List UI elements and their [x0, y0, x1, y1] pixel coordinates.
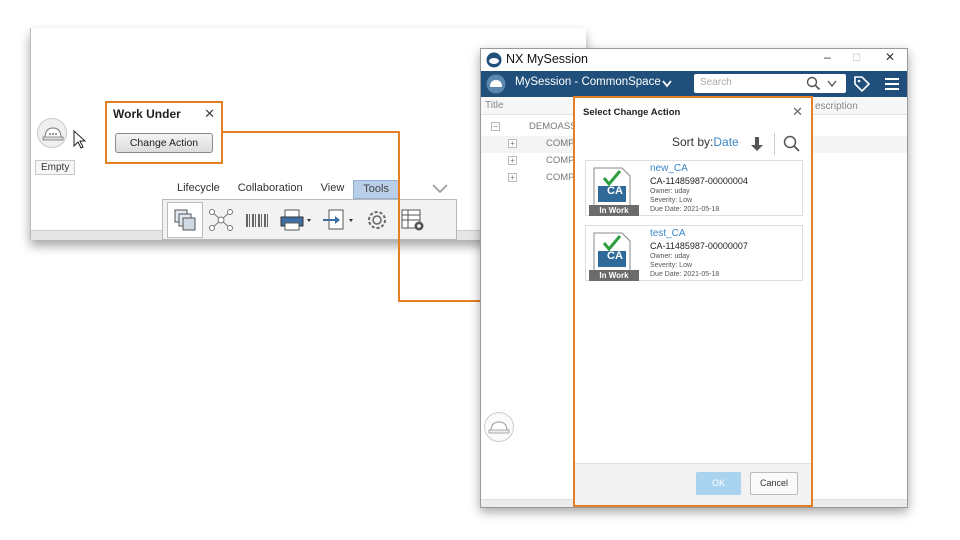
- close-icon[interactable]: ✕: [204, 106, 215, 122]
- ok-button[interactable]: OK: [696, 472, 741, 495]
- stack-cubes-icon[interactable]: [167, 201, 203, 238]
- connector-line: [223, 131, 400, 133]
- card-name[interactable]: test_CA: [650, 228, 686, 239]
- sort-value: Date: [713, 135, 739, 149]
- select-change-action-dialog: Select Change Action ✕ Sort by:Date CA I…: [573, 96, 813, 507]
- card-due-date: Due Date: 2021-05-18: [650, 271, 720, 278]
- session-selector[interactable]: MySession - CommonSpace: [515, 76, 661, 88]
- card-id: CA-11485987-00000004: [650, 176, 748, 186]
- change-action-button[interactable]: Change Action: [115, 133, 213, 153]
- hardhat-avatar-icon[interactable]: [484, 412, 514, 442]
- sort-descending-icon[interactable]: [751, 136, 763, 152]
- close-window-button[interactable]: ✕: [885, 50, 895, 64]
- session-avatar-icon: [486, 74, 506, 94]
- card-owner: Owner: uday: [650, 253, 690, 260]
- thumb-text: CA: [607, 250, 623, 262]
- sort-by-control[interactable]: Sort by:Date: [672, 135, 739, 149]
- work-under-panel: Work Under ✕ Change Action: [105, 101, 223, 164]
- change-action-card[interactable]: CA In Work new_CA CA-11485987-00000004 O…: [585, 160, 803, 216]
- export-csv-icon[interactable]: [317, 202, 359, 238]
- tab-collaboration[interactable]: Collaboration: [229, 180, 312, 199]
- title-bar: NX MySession – □ ✕: [481, 49, 907, 71]
- table-settings-icon[interactable]: [395, 202, 431, 238]
- tab-view[interactable]: View: [312, 180, 354, 199]
- mouse-cursor-icon: [73, 130, 87, 149]
- chevron-down-icon[interactable]: [827, 80, 837, 88]
- work-under-title: Work Under: [113, 107, 181, 121]
- empty-label: Empty: [35, 160, 76, 175]
- card-owner: Owner: uday: [650, 188, 690, 195]
- column-description: escription: [815, 101, 858, 112]
- thumb-text: CA: [607, 185, 623, 197]
- hardhat-icon: [42, 127, 64, 141]
- search-icon[interactable]: [783, 135, 800, 152]
- hamburger-menu-icon[interactable]: [884, 76, 900, 92]
- tab-lifecycle[interactable]: Lifecycle: [168, 180, 229, 199]
- search-input[interactable]: Search: [694, 74, 846, 93]
- tag-icon[interactable]: [853, 75, 871, 93]
- expand-icon[interactable]: +: [508, 156, 517, 165]
- search-placeholder: Search: [700, 77, 732, 88]
- chevron-down-icon[interactable]: [662, 80, 672, 88]
- hardhat-icon: [488, 421, 510, 434]
- session-header: MySession - CommonSpace Search: [481, 71, 907, 97]
- close-icon[interactable]: ✕: [792, 104, 803, 120]
- card-due-date: Due Date: 2021-05-18: [650, 206, 720, 213]
- tab-tools[interactable]: Tools: [353, 180, 399, 199]
- expand-icon[interactable]: +: [508, 139, 517, 148]
- ribbon-tabs: Lifecycle Collaboration View Tools: [168, 180, 399, 199]
- expand-icon[interactable]: +: [508, 173, 517, 182]
- change-action-card[interactable]: CA In Work test_CA CA-11485987-00000007 …: [585, 225, 803, 281]
- card-severity: Severity: Low: [650, 262, 693, 269]
- cancel-button[interactable]: Cancel: [750, 472, 798, 495]
- ribbon-toolbar: [162, 199, 457, 240]
- dialog-title: Select Change Action: [583, 107, 681, 118]
- search-icon[interactable]: [806, 76, 821, 91]
- maximize-button[interactable]: □: [853, 50, 860, 64]
- dialog-footer: OK Cancel: [575, 463, 811, 505]
- status-badge: In Work: [589, 270, 639, 281]
- network-nodes-icon[interactable]: [203, 202, 239, 238]
- divider: [774, 133, 775, 155]
- connector-line: [398, 131, 400, 302]
- app-title: NX MySession: [506, 52, 588, 66]
- chevron-down-icon[interactable]: [431, 182, 449, 196]
- barcode-icon[interactable]: [239, 202, 275, 238]
- card-name[interactable]: new_CA: [650, 163, 688, 174]
- nx-logo-icon: [486, 52, 502, 68]
- hardhat-avatar-icon[interactable]: [37, 118, 67, 148]
- card-severity: Severity: Low: [650, 197, 693, 204]
- card-id: CA-11485987-00000007: [650, 241, 748, 251]
- column-title: Title: [485, 100, 504, 111]
- minimize-button[interactable]: –: [824, 50, 831, 64]
- print-icon[interactable]: [275, 202, 317, 238]
- gear-icon[interactable]: [359, 202, 395, 238]
- status-badge: In Work: [589, 205, 639, 216]
- collapse-icon[interactable]: −: [491, 122, 500, 131]
